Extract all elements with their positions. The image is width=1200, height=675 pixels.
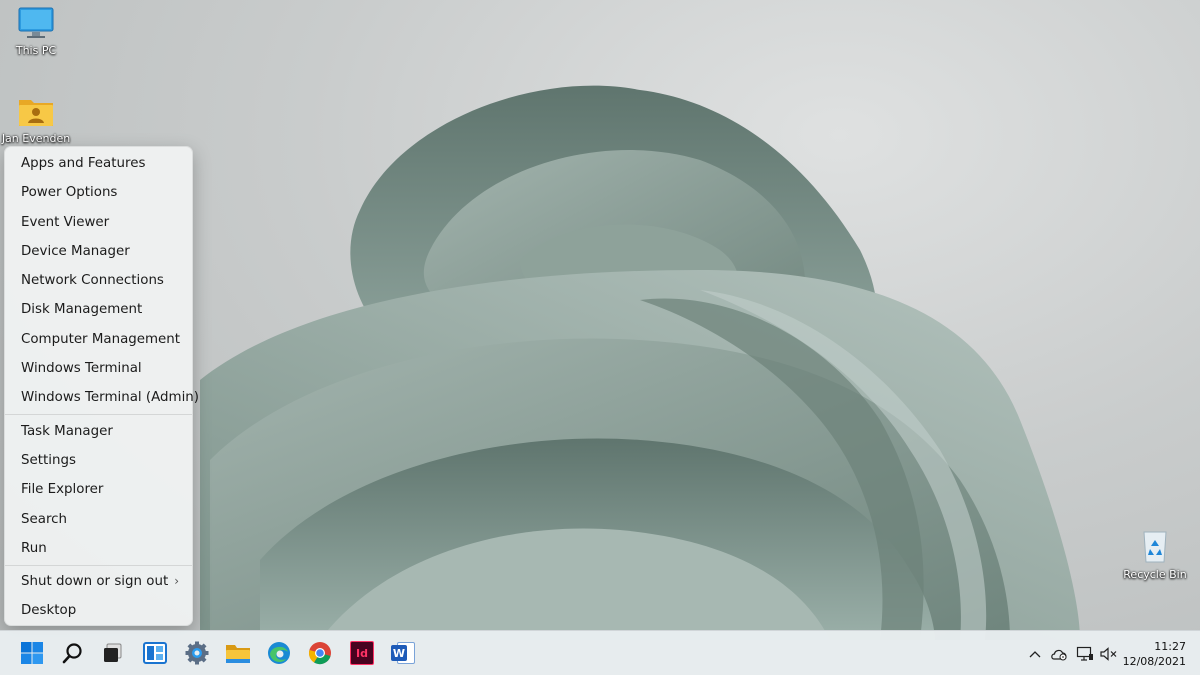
menu-item-label: Network Connections (21, 273, 164, 289)
chrome-icon (308, 642, 331, 665)
menu-item-disk-management[interactable]: Disk Management (8, 295, 189, 324)
menu-item-event-viewer[interactable]: Event Viewer (8, 208, 189, 237)
widgets-icon (143, 642, 167, 664)
menu-item-label: Power Options (21, 185, 118, 201)
settings-app[interactable] (182, 638, 212, 668)
menu-item-label: Disk Management (21, 302, 143, 318)
menu-item-label: Device Manager (21, 243, 130, 259)
word-app[interactable]: W (388, 638, 418, 668)
menu-item-apps-and-features[interactable]: Apps and Features (8, 149, 189, 178)
menu-item-label: Desktop (21, 603, 77, 619)
start-button[interactable] (17, 638, 47, 668)
menu-item-computer-management[interactable]: Computer Management (8, 325, 189, 354)
menu-item-label: Run (21, 540, 47, 556)
menu-item-search[interactable]: Search (8, 505, 189, 534)
recycle-bin-icon (1143, 531, 1167, 563)
menu-item-network-connections[interactable]: Network Connections (8, 266, 189, 295)
power-user-menu: Apps and Features Power Options Event Vi… (4, 146, 199, 626)
speaker-muted-icon (1099, 647, 1116, 661)
indesign-icon-text: Id (356, 646, 368, 660)
folder-icon (226, 645, 250, 663)
chevron-right-icon: › (174, 574, 179, 589)
desktop-icon-user-folder[interactable]: Jan Evenden (0, 94, 76, 145)
menu-item-task-manager[interactable]: Task Manager (8, 417, 189, 446)
indesign-icon: Id (350, 641, 374, 665)
windows-logo-icon (21, 642, 43, 664)
word-icon-text: W (392, 646, 406, 660)
task-view-button[interactable] (98, 638, 128, 668)
menu-item-label: File Explorer (21, 482, 104, 498)
monitor-icon (18, 7, 54, 38)
indesign-app[interactable]: Id (347, 638, 377, 668)
desktop-icon-label: Jan Evenden (1, 132, 71, 145)
menu-item-label: Computer Management (21, 331, 181, 347)
menu-item-label: Shut down or sign out (21, 574, 169, 590)
menu-item-shut-down-or-sign-out[interactable]: Shut down or sign out › (8, 567, 189, 596)
desktop-icon-label: This PC (15, 44, 57, 57)
menu-item-power-options[interactable]: Power Options (8, 178, 189, 207)
user-folder-icon (19, 100, 53, 126)
menu-item-label: Event Viewer (21, 214, 110, 230)
menu-separator (5, 414, 192, 416)
desktop-icon-recycle-bin[interactable]: Recycle Bin (1115, 528, 1195, 581)
clock-time: 11:27 (1154, 640, 1186, 653)
volume-tray[interactable] (1098, 643, 1118, 665)
menu-item-label: Windows Terminal (21, 361, 142, 377)
gear-icon (185, 641, 209, 665)
menu-item-label: Settings (21, 452, 76, 468)
onedrive-tray[interactable] (1048, 643, 1070, 665)
menu-item-label: Apps and Features (21, 156, 146, 171)
menu-item-desktop[interactable]: Desktop (8, 596, 189, 625)
desktop-icon-label: Recycle Bin (1123, 568, 1187, 581)
taskbar: Id W 11:27 12/08/2021 (0, 630, 1200, 675)
clock-date: 12/08/2021 (1122, 655, 1186, 668)
menu-item-file-explorer[interactable]: File Explorer (8, 475, 189, 504)
menu-item-label: Windows Terminal (Admin) (21, 390, 199, 406)
menu-item-run[interactable]: Run (8, 534, 189, 563)
chrome-app[interactable] (305, 638, 335, 668)
edge-icon (268, 642, 290, 664)
widgets-button[interactable] (140, 638, 170, 668)
menu-item-windows-terminal-admin[interactable]: Windows Terminal (Admin) (8, 383, 199, 412)
show-hidden-icons[interactable] (1026, 643, 1044, 665)
chevron-up-icon (1029, 651, 1041, 658)
menu-item-settings[interactable]: Settings (8, 446, 189, 475)
menu-item-windows-terminal[interactable]: Windows Terminal (8, 354, 189, 383)
menu-item-label: Task Manager (21, 423, 113, 439)
search-icon (62, 643, 82, 664)
clock[interactable]: 11:27 12/08/2021 (1122, 639, 1186, 669)
network-tray[interactable] (1074, 643, 1096, 665)
menu-item-label: Search (21, 511, 68, 527)
file-explorer-app[interactable] (223, 638, 253, 668)
network-icon (1076, 646, 1093, 661)
cloud-icon (1051, 649, 1067, 661)
search-button[interactable] (58, 638, 88, 668)
desktop-icon-this-pc[interactable]: This PC (0, 6, 76, 57)
word-icon: W (391, 641, 415, 665)
menu-separator (5, 564, 192, 566)
edge-app[interactable] (264, 638, 294, 668)
menu-item-device-manager[interactable]: Device Manager (8, 237, 189, 266)
task-view-icon (104, 643, 122, 662)
